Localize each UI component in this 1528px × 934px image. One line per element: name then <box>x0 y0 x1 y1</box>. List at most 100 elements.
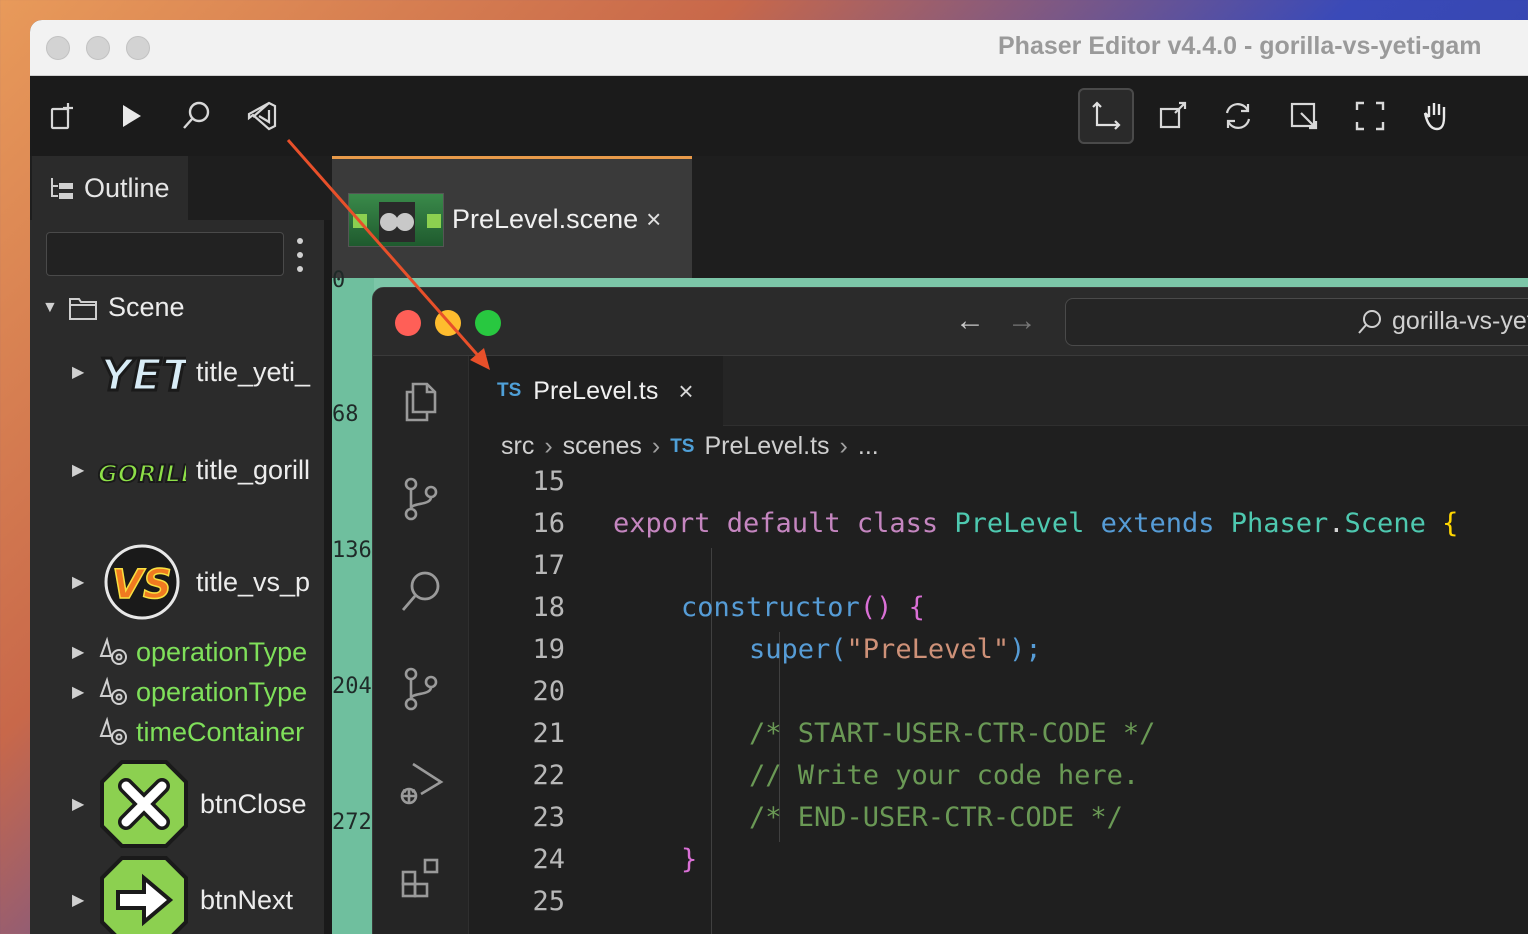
ruler-label: 204 <box>332 674 372 699</box>
code-line: 21 /* START-USER-CTR-CODE */ <box>469 718 1155 760</box>
vscode-button[interactable] <box>242 96 282 136</box>
source-control-button-2[interactable] <box>395 662 447 714</box>
activity-bar <box>373 356 469 934</box>
search-button[interactable] <box>176 96 216 136</box>
expand-arrow-icon[interactable]: ▶ <box>72 642 98 662</box>
new-file-button[interactable] <box>44 96 84 136</box>
outline-filter-input[interactable] <box>46 232 284 276</box>
container-icon <box>99 636 127 665</box>
minimize-window-button[interactable] <box>86 36 110 60</box>
yeti-logo-text: YETI <box>100 350 186 401</box>
folder-icon <box>69 297 97 320</box>
chevron-right-icon: › <box>651 432 661 460</box>
breadcrumb-file[interactable]: PreLevel.ts <box>704 432 829 461</box>
code-token: export default class <box>613 508 955 539</box>
code-line: 24 } <box>469 844 697 886</box>
tree-item-btn-next[interactable]: ▶ btnNext <box>72 854 293 934</box>
tree-item-time-container[interactable]: timeContainer <box>98 716 304 748</box>
code-token: Scene <box>1344 508 1426 539</box>
source-control-icon <box>404 667 438 711</box>
scene-editor-tab[interactable]: PreLevel.scene × <box>332 156 692 280</box>
code-line: 20 <box>469 676 565 718</box>
expand-arrow-icon[interactable]: ▶ <box>72 362 98 382</box>
expand-arrow-icon[interactable]: ▶ <box>72 460 98 480</box>
line-number: 23 <box>532 802 565 833</box>
expand-arrow-icon[interactable]: ▶ <box>72 794 98 814</box>
collapse-arrow-icon[interactable]: ▼ <box>42 299 68 317</box>
tree-item-label: btnNext <box>200 884 294 915</box>
tree-root-label: Scene <box>108 292 185 322</box>
tab-label: PreLevel.ts <box>533 376 659 405</box>
run-debug-icon <box>400 762 444 805</box>
tree-item-label: title_yeti_ <box>196 356 311 387</box>
line-number: 19 <box>532 634 565 665</box>
tree-item-operation-type-2[interactable]: ▶ operationType <box>72 676 307 708</box>
forward-arrow-icon[interactable]: → <box>1007 304 1037 338</box>
close-window-button[interactable] <box>395 310 421 336</box>
expand-arrow-icon[interactable]: ▶ <box>72 572 98 592</box>
ruler-label: 272 <box>332 810 372 835</box>
run-debug-button[interactable] <box>395 756 447 808</box>
expand-arrow-icon[interactable]: ▶ <box>72 682 98 702</box>
source-control-button[interactable] <box>395 472 447 524</box>
tree-item-operation-type-1[interactable]: ▶ operationType <box>72 636 307 668</box>
tree-item-title-gorilla[interactable]: ▶ GORILLA title_gorill <box>72 448 310 492</box>
code-line: 18 constructor() { <box>469 592 925 634</box>
extensions-button[interactable] <box>395 852 447 904</box>
code-token: ); <box>1009 634 1042 665</box>
vscode-icon <box>247 101 277 131</box>
search-icon <box>401 571 440 611</box>
translate-tool-button[interactable] <box>1078 88 1134 144</box>
ruler-label: 0 <box>332 268 346 293</box>
tree-item-label: operationType <box>136 676 308 707</box>
code-editor[interactable]: 15 16 export default class PreLevel exte… <box>469 466 1528 934</box>
tree-item-title-vs[interactable]: ▶ VS title_vs_p <box>72 542 310 622</box>
outline-tab[interactable]: Outline <box>32 156 188 220</box>
tree-item-title-yeti[interactable]: ▶ YETI title_yeti_ <box>72 340 310 404</box>
back-arrow-icon[interactable]: ← <box>955 304 985 338</box>
next-button-thumbnail <box>98 854 190 934</box>
expand-arrow-icon[interactable]: ▶ <box>72 890 98 910</box>
close-tab-icon[interactable]: × <box>646 204 661 235</box>
outline-icon <box>51 178 73 199</box>
code-line: 16 export default class PreLevel extends… <box>469 508 1458 550</box>
explorer-button[interactable] <box>395 376 447 428</box>
code-comment: // Write your code here. <box>749 760 1140 791</box>
scene-thumbnail <box>348 192 444 247</box>
zoom-window-button[interactable] <box>126 36 150 60</box>
tree-item-label: operationType <box>136 636 308 667</box>
breadcrumb-scenes[interactable]: scenes <box>563 432 642 461</box>
play-icon <box>123 105 141 127</box>
code-comment: /* END-USER-CTR-CODE */ <box>749 802 1123 833</box>
breadcrumb-symbol[interactable]: ... <box>858 432 879 461</box>
search-view-button[interactable] <box>395 566 447 618</box>
vertical-ruler <box>332 278 374 934</box>
select-region-button[interactable] <box>1350 96 1390 136</box>
close-tab-icon[interactable]: × <box>678 376 693 407</box>
yeti-title-thumbnail: YETI <box>98 340 187 404</box>
scale-tool-icon <box>1159 101 1187 129</box>
line-number: 15 <box>532 466 565 497</box>
play-button[interactable] <box>110 96 150 136</box>
breadcrumb-src[interactable]: src <box>501 432 534 461</box>
outline-menu-button[interactable] <box>294 238 306 272</box>
command-center-search[interactable]: gorilla-vs-yeti- <box>1065 298 1528 346</box>
close-window-button[interactable] <box>46 36 70 60</box>
code-token: () { <box>859 592 925 623</box>
tree-root-scene[interactable]: ▼ Scene <box>42 292 185 323</box>
code-token: constructor <box>681 592 860 623</box>
scale-tool-button[interactable] <box>1152 96 1192 136</box>
rotate-tool-button[interactable] <box>1218 96 1258 136</box>
tree-item-btn-close[interactable]: ▶ btnClose <box>72 758 307 850</box>
origin-tool-button[interactable] <box>1284 96 1324 136</box>
tree-item-label: btnClose <box>200 788 307 819</box>
zoom-window-button[interactable] <box>475 310 501 336</box>
panel-splitter[interactable] <box>324 220 332 934</box>
code-line: 15 <box>469 466 565 508</box>
search-text: gorilla-vs-yeti- <box>1392 307 1528 335</box>
minimize-window-button[interactable] <box>435 310 461 336</box>
pan-tool-button[interactable] <box>1416 96 1456 136</box>
editor-tab-bar: TS PreLevel.ts × <box>469 356 1528 426</box>
tab-prelevel-ts[interactable]: TS PreLevel.ts × <box>469 356 723 426</box>
outline-tab-label: Outline <box>84 172 170 203</box>
